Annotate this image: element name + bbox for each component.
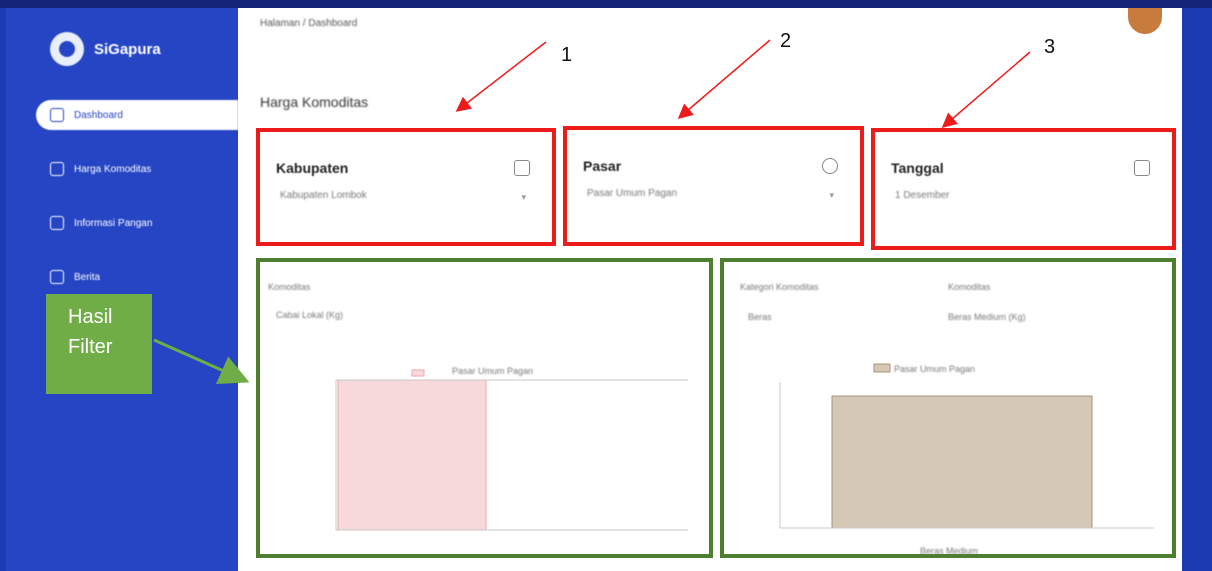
filter-tanggal[interactable]: Tanggal 1 Desember bbox=[871, 128, 1176, 250]
callout-line-2: Filter bbox=[68, 336, 113, 358]
filter-label: Tanggal bbox=[891, 160, 944, 176]
dashboard-icon bbox=[50, 108, 64, 122]
sidebar-item-label: Harga Komoditas bbox=[74, 163, 152, 175]
legend-swatch bbox=[411, 369, 425, 377]
sidebar-item-harga-komoditas[interactable]: Harga Komoditas bbox=[36, 154, 238, 184]
logo-icon bbox=[50, 32, 84, 66]
sidebar-item-label: Dashboard bbox=[74, 109, 123, 121]
chart-card-right: Kategori Komoditas Beras Komoditas Beras… bbox=[720, 258, 1176, 558]
chevron-down-icon[interactable]: ▾ bbox=[829, 190, 834, 201]
legend-swatch bbox=[873, 363, 891, 373]
chevron-down-icon[interactable]: ▾ bbox=[521, 192, 526, 203]
breadcrumb: Halaman / Dashboard bbox=[260, 18, 358, 29]
hasil-filter-callout: Hasil Filter bbox=[46, 294, 152, 394]
sidebar-item-berita[interactable]: Berita bbox=[36, 262, 238, 292]
filter-kabupaten[interactable]: Kabupaten Kabupaten Lombok ▾ bbox=[256, 128, 556, 246]
location-icon bbox=[822, 158, 838, 174]
sidebar-item-informasi-pangan[interactable]: Informasi Pangan bbox=[36, 208, 238, 238]
filter-value[interactable]: Kabupaten Lombok bbox=[280, 190, 367, 201]
left-bar-chart bbox=[335, 369, 688, 531]
map-icon bbox=[514, 160, 530, 176]
filter-label: Pasar bbox=[583, 158, 622, 174]
filter-value[interactable]: Pasar Umum Pagan bbox=[587, 188, 677, 199]
annotation-number-3: 3 bbox=[1044, 36, 1056, 58]
sidebar-item-dashboard[interactable]: Dashboard bbox=[36, 100, 238, 130]
filter-label: Kabupaten bbox=[276, 160, 349, 176]
sidebar-item-label: Berita bbox=[74, 271, 101, 283]
bar bbox=[831, 395, 1093, 529]
info-icon bbox=[50, 216, 64, 230]
sidebar-nav: Dashboard Harga Komoditas Informasi Pang… bbox=[36, 100, 238, 316]
scrollbar-area bbox=[1182, 8, 1212, 571]
page-title: Harga Komoditas bbox=[260, 94, 369, 110]
app-logo[interactable]: SiGapura bbox=[50, 32, 161, 66]
calendar-icon bbox=[1134, 160, 1150, 176]
app-name: SiGapura bbox=[94, 40, 161, 58]
annotation-number-2: 2 bbox=[780, 30, 792, 52]
top-bar bbox=[0, 0, 1212, 8]
sidebar-item-label: Informasi Pangan bbox=[74, 217, 153, 229]
filter-pasar[interactable]: Pasar Pasar Umum Pagan ▾ bbox=[563, 126, 864, 246]
annotation-number-1: 1 bbox=[561, 44, 573, 66]
right-bar-chart bbox=[779, 363, 1154, 529]
filter-value[interactable]: 1 Desember bbox=[895, 190, 949, 201]
chart-card-left: Komoditas Cabai Lokal (Kg) Pasar Umum Pa… bbox=[256, 258, 713, 558]
avatar[interactable] bbox=[1128, 8, 1162, 34]
table-icon bbox=[50, 162, 64, 176]
bar bbox=[337, 379, 487, 531]
news-icon bbox=[50, 270, 64, 284]
callout-line-1: Hasil bbox=[68, 306, 113, 328]
